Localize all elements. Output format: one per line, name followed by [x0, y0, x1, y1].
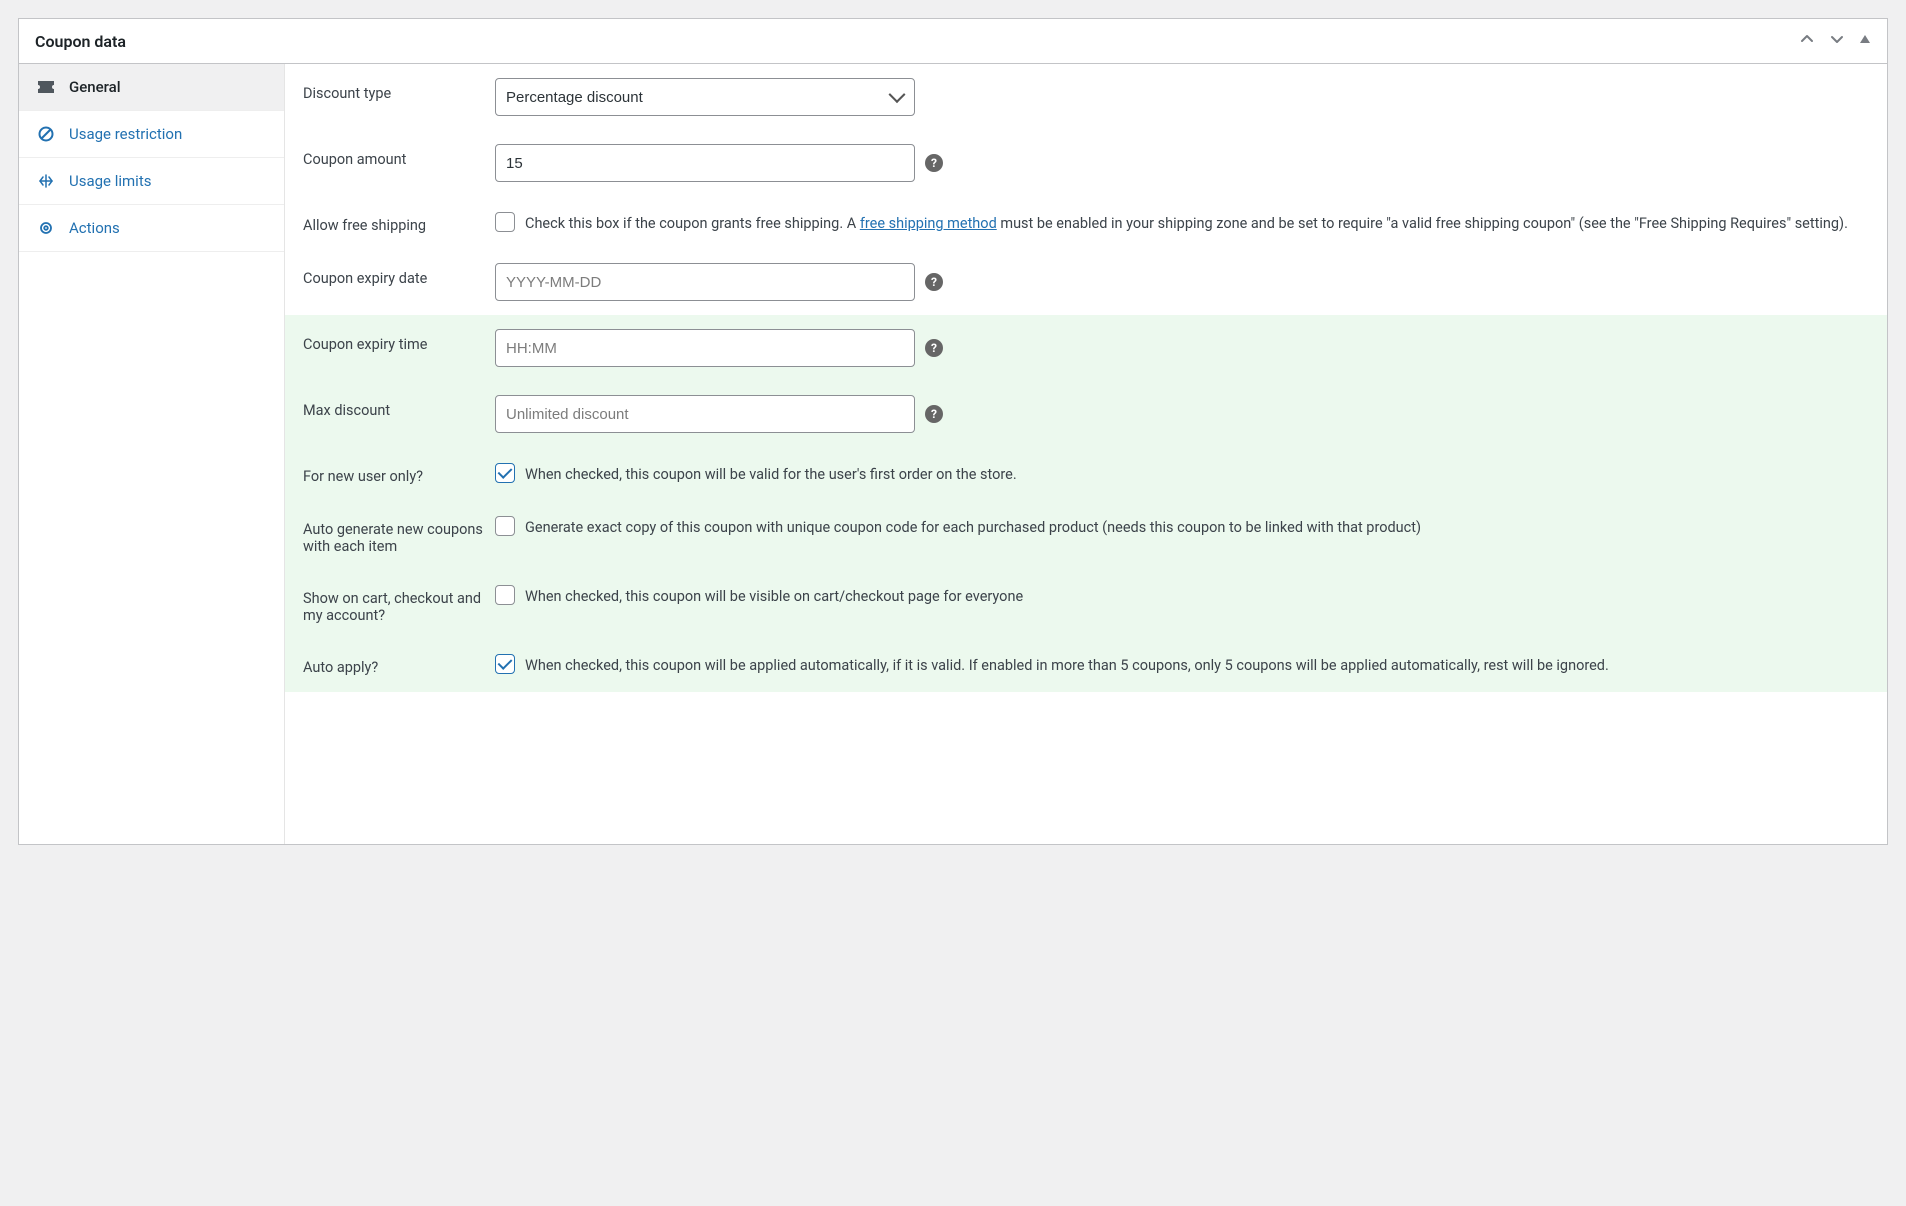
for-new-user-checkbox[interactable] — [495, 463, 515, 483]
free-shipping-description: Check this box if the coupon grants free… — [525, 210, 1848, 235]
row-discount-type: Discount type Percentage discount — [285, 64, 1887, 130]
panel-body: General Usage restriction Usage limits A… — [19, 64, 1887, 844]
help-icon[interactable]: ? — [925, 405, 943, 423]
move-down-icon[interactable] — [1829, 31, 1845, 51]
row-coupon-expiry-date: Coupon expiry date ? — [285, 249, 1887, 315]
tab-usage-limits[interactable]: Usage limits — [19, 158, 284, 205]
label-show-on-cart: Show on cart, checkout and my account? — [303, 583, 483, 624]
coupon-amount-input[interactable] — [495, 144, 915, 182]
show-on-cart-checkbox[interactable] — [495, 585, 515, 605]
row-show-on-cart: Show on cart, checkout and my account? W… — [285, 569, 1887, 638]
discount-type-select[interactable]: Percentage discount — [495, 78, 915, 116]
tab-actions-label: Actions — [69, 219, 120, 237]
coupon-expiry-time-input[interactable] — [495, 329, 915, 367]
row-auto-apply: Auto apply? When checked, this coupon wi… — [285, 638, 1887, 691]
row-coupon-expiry-time: Coupon expiry time ? — [285, 315, 1887, 381]
toggle-panel-icon[interactable] — [1859, 33, 1871, 49]
coupon-data-panel: Coupon data General — [18, 18, 1888, 845]
label-auto-apply: Auto apply? — [303, 652, 483, 676]
tab-general-label: General — [69, 78, 121, 96]
gear-icon — [37, 220, 55, 236]
for-new-user-description: When checked, this coupon will be valid … — [525, 461, 1017, 486]
label-auto-generate: Auto generate new coupons with each item — [303, 514, 483, 555]
show-on-cart-description: When checked, this coupon will be visibl… — [525, 583, 1023, 608]
row-allow-free-shipping: Allow free shipping Check this box if th… — [285, 196, 1887, 249]
ban-icon — [37, 126, 55, 142]
arrows-icon — [37, 173, 55, 189]
auto-apply-checkbox[interactable] — [495, 654, 515, 674]
panel-header-controls — [1799, 31, 1871, 51]
row-coupon-amount: Coupon amount ? — [285, 130, 1887, 196]
label-discount-type: Discount type — [303, 78, 483, 102]
auto-generate-checkbox[interactable] — [495, 516, 515, 536]
row-for-new-user: For new user only? When checked, this co… — [285, 447, 1887, 500]
panel-title: Coupon data — [35, 32, 126, 51]
label-allow-free-shipping: Allow free shipping — [303, 210, 483, 234]
label-coupon-expiry-time: Coupon expiry time — [303, 329, 483, 353]
max-discount-input[interactable] — [495, 395, 915, 433]
label-for-new-user: For new user only? — [303, 461, 483, 485]
coupon-expiry-date-input[interactable] — [495, 263, 915, 301]
row-auto-generate: Auto generate new coupons with each item… — [285, 500, 1887, 569]
help-icon[interactable]: ? — [925, 339, 943, 357]
general-tab-content: Discount type Percentage discount Coupon… — [285, 64, 1887, 844]
tab-usage-limits-label: Usage limits — [69, 172, 151, 190]
auto-apply-description: When checked, this coupon will be applie… — [525, 652, 1609, 677]
allow-free-shipping-checkbox[interactable] — [495, 212, 515, 232]
label-max-discount: Max discount — [303, 395, 483, 419]
tabs-sidebar: General Usage restriction Usage limits A… — [19, 64, 285, 844]
tab-general[interactable]: General — [19, 64, 284, 111]
help-icon[interactable]: ? — [925, 154, 943, 172]
tab-usage-restriction[interactable]: Usage restriction — [19, 111, 284, 158]
help-icon[interactable]: ? — [925, 273, 943, 291]
auto-generate-description: Generate exact copy of this coupon with … — [525, 514, 1421, 539]
move-up-icon[interactable] — [1799, 31, 1815, 51]
tab-usage-restriction-label: Usage restriction — [69, 125, 182, 143]
row-max-discount: Max discount ? — [285, 381, 1887, 447]
panel-header: Coupon data — [19, 19, 1887, 64]
label-coupon-amount: Coupon amount — [303, 144, 483, 168]
ticket-icon — [37, 80, 55, 94]
label-coupon-expiry-date: Coupon expiry date — [303, 263, 483, 287]
tab-actions[interactable]: Actions — [19, 205, 284, 252]
free-shipping-method-link[interactable]: free shipping method — [860, 215, 997, 232]
